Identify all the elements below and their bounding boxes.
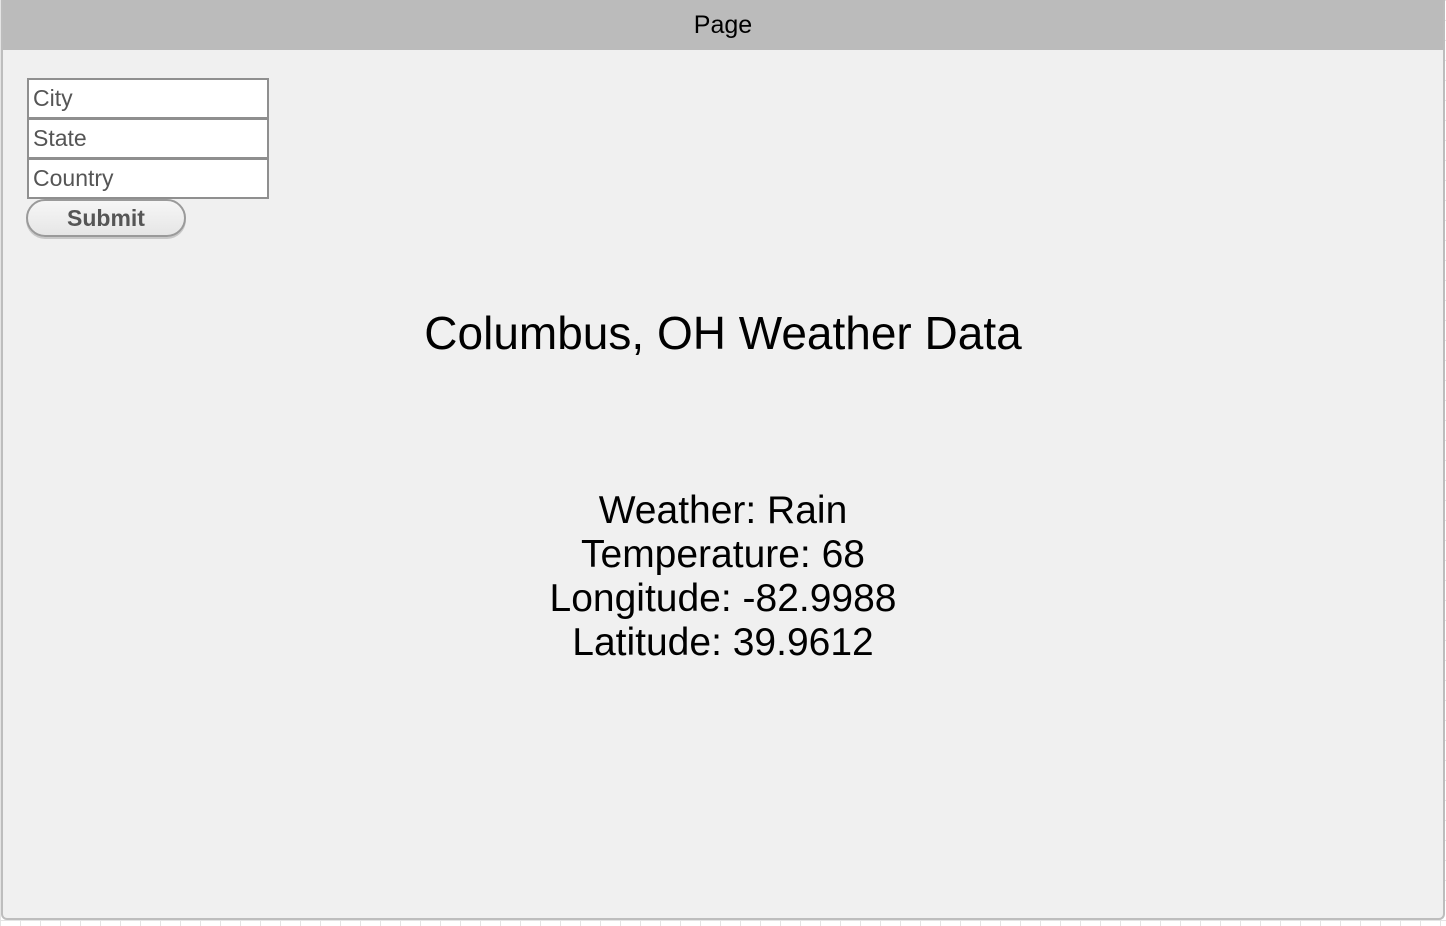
country-field[interactable] bbox=[27, 158, 269, 199]
weather-condition: Weather: Rain bbox=[598, 489, 848, 532]
city-field[interactable] bbox=[27, 78, 269, 119]
latitude-value: Latitude: 39.9612 bbox=[572, 621, 874, 664]
city-input[interactable] bbox=[29, 80, 267, 117]
page-title: Columbus, OH Weather Data bbox=[424, 307, 1022, 359]
country-input[interactable] bbox=[29, 160, 267, 197]
browser-window: Page Submit Columbus, OH Weather Data We… bbox=[1, 0, 1445, 920]
state-input[interactable] bbox=[29, 120, 267, 157]
canvas: Page Submit Columbus, OH Weather Data We… bbox=[0, 0, 1446, 926]
state-field[interactable] bbox=[27, 118, 269, 159]
weather-info: Weather: Rain Temperature: 68 Longitude:… bbox=[3, 489, 1443, 665]
window-title: Page bbox=[3, 0, 1443, 50]
temperature-value: Temperature: 68 bbox=[581, 533, 865, 576]
longitude-value: Longitude: -82.9988 bbox=[549, 577, 897, 620]
submit-button[interactable]: Submit bbox=[26, 199, 186, 237]
